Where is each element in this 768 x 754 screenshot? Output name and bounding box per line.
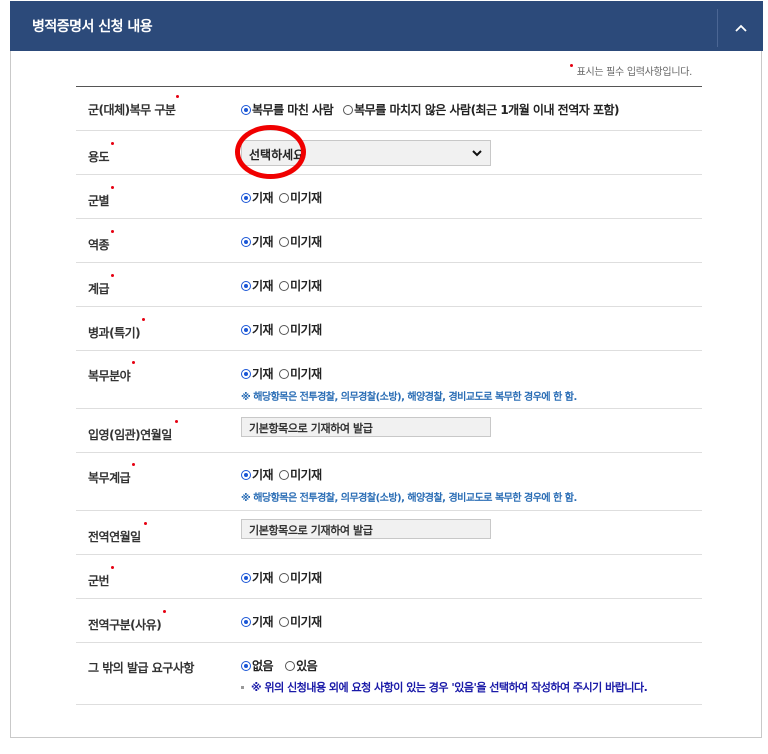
required-note: 표시는 필수 입력사항입니다. bbox=[569, 63, 692, 78]
radio-selected-icon bbox=[241, 469, 251, 480]
form-row-other-requests: 그 밖의 발급 요구사항 없음 있음 ※ 위의 신청내용 외에 요청 사항이 있… bbox=[76, 643, 702, 705]
radio-service-rank-exclude[interactable]: 미기재 bbox=[279, 466, 322, 483]
form-row-service-number: 군번 기재 미기재 bbox=[76, 555, 702, 599]
radio-other-requests-yes[interactable]: 있음 bbox=[285, 657, 318, 674]
discharge-reason-radio-group: 기재 미기재 bbox=[241, 613, 326, 630]
radio-selected-icon bbox=[241, 368, 251, 379]
form-row-discharge-reason: 전역구분(사유) 기재 미기재 bbox=[76, 599, 702, 643]
chevron-down-icon bbox=[472, 150, 482, 157]
required-dot-icon bbox=[569, 64, 573, 67]
radio-corps-exclude[interactable]: 미기재 bbox=[279, 233, 322, 250]
row-label: 군(대체)복무 구분 bbox=[88, 95, 180, 118]
certificate-request-panel: 병적증명서 신청 내용 표시는 필수 입력사항입니다. 군(대체)복무 구분 복… bbox=[10, 1, 763, 738]
radio-unselected-icon bbox=[279, 572, 290, 583]
radio-service-rank-include[interactable]: 기재 bbox=[241, 466, 274, 483]
service-number-radio-group: 기재 미기재 bbox=[241, 569, 326, 586]
row-label: 복무계급 bbox=[88, 463, 136, 486]
radio-selected-icon bbox=[241, 324, 251, 335]
radio-selected-icon bbox=[241, 192, 251, 203]
specialty-radio-group: 기재 미기재 bbox=[241, 321, 326, 338]
service-field-note: ※ 해당항목은 전투경찰, 의무경찰(소방), 해양경찰, 경비교도로 복무한 … bbox=[241, 392, 577, 403]
radio-unselected-icon bbox=[285, 660, 296, 671]
purpose-select[interactable]: 선택하세요 bbox=[241, 140, 491, 166]
radio-other-requests-none[interactable]: 없음 bbox=[241, 657, 274, 674]
radio-unselected-icon bbox=[279, 192, 290, 203]
other-requests-value: 없음 있음 ※ 위의 신청내용 외에 요청 사항이 있는 경우 '있음'을 선택… bbox=[241, 657, 648, 695]
request-form-table: 군(대체)복무 구분 복무를 마친 사람 복무를 마치지 않은 사람(최근 1개… bbox=[76, 86, 702, 705]
row-label: 용도 bbox=[88, 142, 115, 165]
row-label: 계급 bbox=[88, 274, 115, 297]
branch-radio-group: 기재 미기재 bbox=[241, 189, 326, 206]
radio-service-field-include[interactable]: 기재 bbox=[241, 365, 274, 382]
radio-service-field-exclude[interactable]: 미기재 bbox=[279, 365, 322, 382]
form-row-service-field: 복무분야 기재 미기재 ※ 해당항목은 전투경찰, 의무경찰(소방), 해양경찰… bbox=[76, 351, 702, 409]
radio-selected-icon bbox=[241, 236, 251, 247]
form-row-enlist-date: 입영(임관)연월일 기본항목으로 기재하여 발급 bbox=[76, 409, 702, 453]
radio-discharge-reason-include[interactable]: 기재 bbox=[241, 613, 274, 630]
radio-unselected-icon bbox=[279, 324, 290, 335]
radio-unselected-icon bbox=[279, 236, 290, 247]
radio-specialty-include[interactable]: 기재 bbox=[241, 321, 274, 338]
radio-corps-include[interactable]: 기재 bbox=[241, 233, 274, 250]
radio-selected-icon bbox=[241, 616, 251, 627]
radio-service-number-include[interactable]: 기재 bbox=[241, 569, 274, 586]
radio-selected-icon bbox=[241, 280, 251, 291]
radio-selected-icon bbox=[241, 660, 251, 671]
form-row-branch: 군별 기재 미기재 bbox=[76, 175, 702, 219]
row-label: 전역구분(사유) bbox=[88, 610, 167, 633]
service-rank-value: 기재 미기재 ※ 해당항목은 전투경찰, 의무경찰(소방), 해양경찰, 경비교… bbox=[241, 466, 577, 504]
service-type-radio-group: 복무를 마친 사람 복무를 마치지 않은 사람(최근 1개월 이내 전역자 포함… bbox=[241, 101, 623, 118]
rank-radio-group: 기재 미기재 bbox=[241, 277, 326, 294]
radio-selected-icon bbox=[241, 572, 251, 583]
form-row-service-rank: 복무계급 기재 미기재 ※ 해당항목은 전투경찰, 의무경찰(소방), 해양경찰… bbox=[76, 453, 702, 511]
row-label: 군별 bbox=[88, 186, 115, 209]
form-row-specialty: 병과(특기) 기재 미기재 bbox=[76, 307, 702, 351]
radio-unselected-icon bbox=[279, 469, 290, 480]
row-label: 전역연월일 bbox=[88, 522, 147, 545]
form-row-corps: 역종 기재 미기재 bbox=[76, 219, 702, 263]
radio-branch-include[interactable]: 기재 bbox=[241, 189, 274, 206]
row-label: 그 밖의 발급 요구사항 bbox=[88, 661, 194, 675]
other-requests-radio-group: 없음 있음 bbox=[241, 657, 647, 674]
service-rank-radio-group: 기재 미기재 bbox=[241, 466, 577, 483]
radio-rank-exclude[interactable]: 미기재 bbox=[279, 277, 322, 294]
panel-title: 병적증명서 신청 내용 bbox=[32, 19, 153, 35]
bullet-icon bbox=[241, 685, 244, 689]
service-rank-note: ※ 해당항목은 전투경찰, 의무경찰(소방), 해양경찰, 경비교도로 복무한 … bbox=[241, 493, 577, 504]
form-row-rank: 계급 기재 미기재 bbox=[76, 263, 702, 307]
row-label: 군번 bbox=[88, 566, 115, 589]
radio-specialty-exclude[interactable]: 미기재 bbox=[279, 321, 322, 338]
radio-branch-exclude[interactable]: 미기재 bbox=[279, 189, 322, 206]
row-label: 병과(특기) bbox=[88, 318, 146, 341]
radio-rank-include[interactable]: 기재 bbox=[241, 277, 274, 294]
discharge-date-field: 기본항목으로 기재하여 발급 bbox=[241, 519, 491, 539]
radio-unselected-icon bbox=[279, 616, 290, 627]
radio-service-number-exclude[interactable]: 미기재 bbox=[279, 569, 322, 586]
other-requests-note: ※ 위의 신청내용 외에 요청 사항이 있는 경우 '있음'을 선택하여 작성하… bbox=[241, 679, 648, 695]
radio-unselected-icon bbox=[279, 280, 290, 291]
corps-radio-group: 기재 미기재 bbox=[241, 233, 326, 250]
row-label: 복무분야 bbox=[88, 361, 136, 384]
enlist-date-field: 기본항목으로 기재하여 발급 bbox=[241, 417, 491, 437]
collapse-toggle-button[interactable] bbox=[717, 9, 763, 47]
radio-discharge-reason-exclude[interactable]: 미기재 bbox=[279, 613, 322, 630]
row-label: 역종 bbox=[88, 230, 115, 253]
radio-selected-icon bbox=[241, 104, 251, 115]
radio-unselected-icon bbox=[343, 104, 354, 115]
service-field-value: 기재 미기재 ※ 해당항목은 전투경찰, 의무경찰(소방), 해양경찰, 경비교… bbox=[241, 365, 577, 403]
panel-header: 병적증명서 신청 내용 bbox=[10, 1, 763, 51]
radio-unselected-icon bbox=[279, 368, 290, 379]
form-row-service-type: 군(대체)복무 구분 복무를 마친 사람 복무를 마치지 않은 사람(최근 1개… bbox=[76, 87, 702, 131]
row-label: 입영(임관)연월일 bbox=[88, 420, 178, 443]
radio-completed-service[interactable]: 복무를 마친 사람 bbox=[241, 101, 334, 118]
service-field-radio-group: 기재 미기재 bbox=[241, 365, 577, 382]
form-row-purpose: 용도 선택하세요 bbox=[76, 131, 702, 175]
chevron-up-icon bbox=[734, 24, 747, 32]
radio-not-completed-service[interactable]: 복무를 마치지 않은 사람(최근 1개월 이내 전역자 포함) bbox=[343, 101, 620, 118]
form-row-discharge-date: 전역연월일 기본항목으로 기재하여 발급 bbox=[76, 511, 702, 555]
